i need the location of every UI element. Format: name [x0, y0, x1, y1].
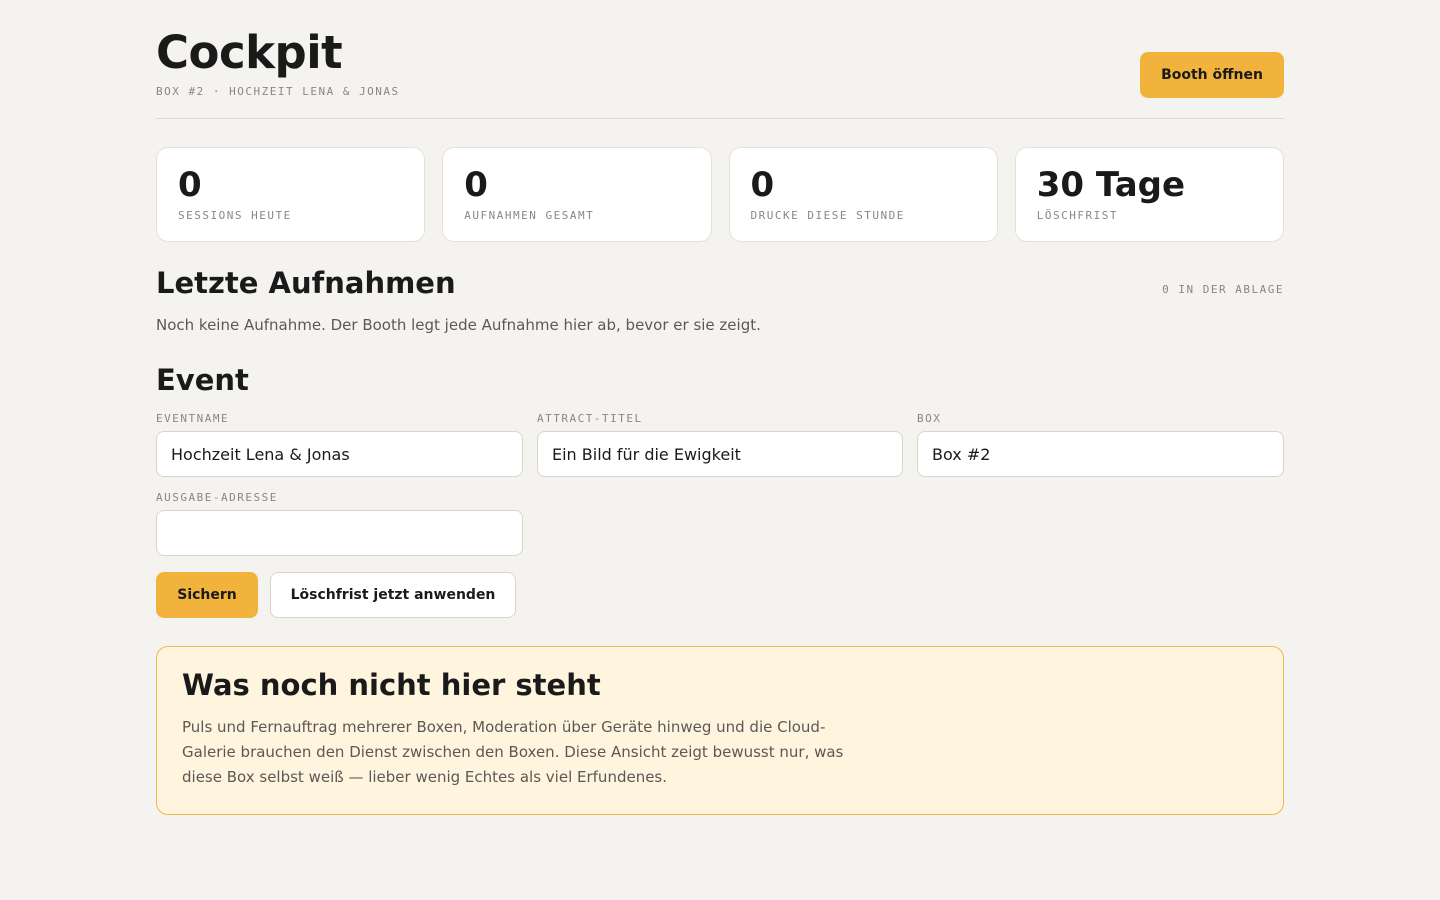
attract-title-field[interactable]	[537, 431, 903, 477]
stat-card-prints-this-hour: 0 DRUCKE DIESE STUNDE	[728, 147, 998, 242]
stat-label: DRUCKE DIESE STUNDE	[750, 209, 905, 222]
output-address-field[interactable]	[156, 510, 523, 556]
cockpit-page: Cockpit BOX #2 · HOCHZEIT LENA & JONAS B…	[156, 0, 1284, 815]
page-title: Cockpit	[156, 26, 343, 79]
stat-card-captures-total: 0 AUFNAHMEN GESAMT	[442, 147, 712, 242]
open-booth-button[interactable]: Booth öffnen	[1140, 52, 1284, 98]
info-notice: Was noch nicht hier steht Puls und Ferna…	[156, 646, 1284, 815]
stat-card-sessions-today: 0 SESSIONS HEUTE	[156, 147, 426, 242]
box-field[interactable]	[917, 431, 1284, 477]
recent-captures-title: Letzte Aufnahmen	[156, 266, 456, 300]
stats-row: 0 SESSIONS HEUTE 0 AUFNAHMEN GESAMT 0 DR…	[156, 147, 1284, 242]
recent-captures-empty-text: Noch keine Aufnahme. Der Booth legt jede…	[156, 316, 761, 334]
eventname-label: EVENTNAME	[156, 412, 230, 425]
recent-captures-count: 0 IN DER ABLAGE	[1162, 283, 1284, 296]
stat-value: 0	[750, 165, 775, 205]
stat-value: 0	[178, 165, 202, 205]
notice-title: Was noch nicht hier steht	[182, 668, 601, 702]
page-subtitle: BOX #2 · HOCHZEIT LENA & JONAS	[156, 85, 400, 98]
stat-label: SESSIONS HEUTE	[178, 209, 292, 222]
stat-label: LÖSCHFRIST	[1036, 209, 1118, 222]
stat-value: 0	[464, 165, 488, 205]
eventname-field[interactable]	[156, 431, 523, 477]
notice-text: Puls und Fernauftrag mehrerer Boxen, Mod…	[182, 718, 844, 786]
event-section-title: Event	[156, 363, 249, 397]
save-button[interactable]: Sichern	[156, 572, 258, 618]
stat-value: 30 Tage	[1036, 165, 1186, 205]
attract-title-label: ATTRACT-TITEL	[537, 412, 643, 425]
stat-card-retention: 30 Tage LÖSCHFRIST	[1014, 147, 1284, 242]
apply-retention-button[interactable]: Löschfrist jetzt anwenden	[270, 572, 516, 618]
stat-label: AUFNAHMEN GESAMT	[464, 209, 595, 222]
box-label: BOX	[917, 412, 942, 425]
page-header: Cockpit BOX #2 · HOCHZEIT LENA & JONAS B…	[156, 0, 1284, 119]
output-address-label: AUSGABE-ADRESSE	[156, 491, 278, 504]
